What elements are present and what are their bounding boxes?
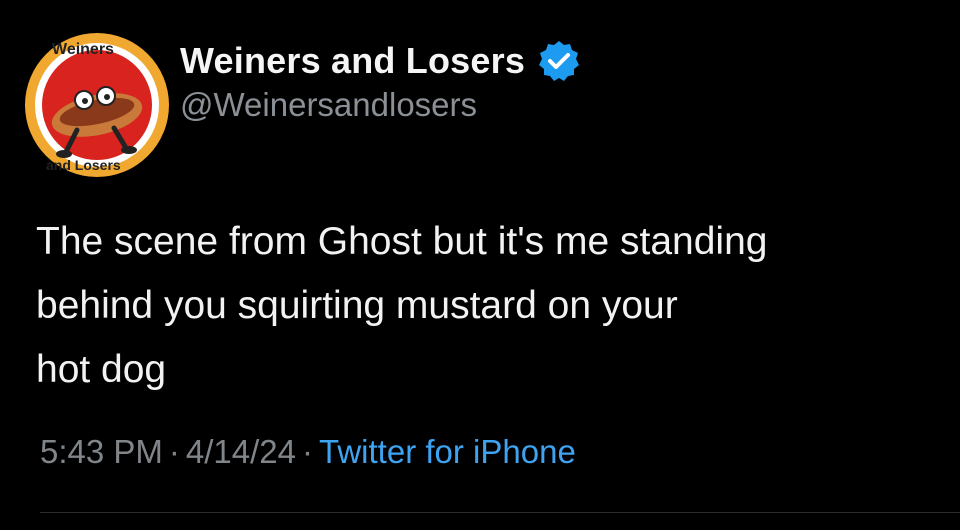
- name-row: Weiners and Losers: [180, 38, 581, 84]
- tweet-text-line: hot dog: [36, 348, 167, 391]
- avatar-text-top: Weiners: [52, 41, 114, 58]
- tweet-date[interactable]: 4/14/24: [186, 433, 296, 471]
- verified-badge-icon: [537, 39, 581, 83]
- display-name[interactable]: Weiners and Losers: [180, 40, 525, 82]
- tweet-time[interactable]: 5:43 PM: [40, 433, 163, 471]
- meta-separator: ·: [168, 433, 180, 470]
- tweet-source-link[interactable]: Twitter for iPhone: [319, 433, 576, 471]
- user-handle[interactable]: @Weinersandlosers: [180, 86, 477, 124]
- avatar[interactable]: Weiners and Losers: [22, 30, 172, 180]
- tweet-text: The scene from Ghost but it's me standin…: [36, 210, 936, 402]
- tweet-text-line: The scene from Ghost but it's me standin…: [36, 220, 768, 263]
- divider: [40, 512, 960, 513]
- meta-separator: ·: [302, 433, 314, 470]
- tweet-meta: 5:43 PM · 4/14/24 · Twitter for iPhone: [40, 433, 576, 471]
- avatar-text-bottom: and Losers: [46, 157, 121, 173]
- weiners-and-losers-logo-icon: Weiners and Losers: [25, 33, 169, 177]
- tweet-card: Weiners and Losers Weiners and Losers @W…: [0, 0, 960, 530]
- tweet-text-line: behind you squirting mustard on your: [36, 284, 678, 327]
